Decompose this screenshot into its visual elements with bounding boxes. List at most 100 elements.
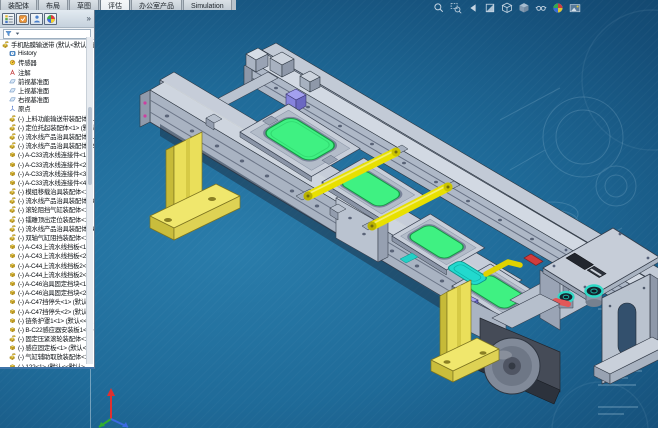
tree-row-26[interactable]: (-) A-C46治具固定挡块<2> xyxy=(0,288,94,297)
display-style-button[interactable] xyxy=(517,1,530,14)
tree-scrollbar[interactable] xyxy=(86,37,93,364)
tree-row-22[interactable]: (-) A-C43上流水线挡板<2> xyxy=(0,251,94,260)
scene-button[interactable] xyxy=(568,1,581,14)
manager-tab-3[interactable] xyxy=(44,12,57,25)
tree-row-31[interactable]: (-) 固定压紧滚轮装配体<1> xyxy=(0,334,94,343)
ribbon-tab-4[interactable]: 办公室产品 xyxy=(131,0,182,10)
tree-row-23[interactable]: (-) A-C44上流水线挡板2<1> xyxy=(0,261,94,270)
ribbon-tab-1[interactable]: 布局 xyxy=(38,0,68,10)
assembly-icon xyxy=(9,206,16,213)
tree-row-root[interactable]: 手机贴膜输送带 (默认<默认_显 xyxy=(0,40,94,49)
part-icon xyxy=(9,289,16,296)
tree-row-21[interactable]: (-) A-C43上流水线挡板<1> xyxy=(0,242,94,251)
tree-row-28[interactable]: (-) A-C47挡停头<2> (默认< xyxy=(0,306,94,316)
tree-row-6[interactable]: 原点 xyxy=(0,104,94,113)
tree-row-12[interactable]: (-) A-C33流水线连接件<2> xyxy=(0,159,94,169)
hide-items-button[interactable] xyxy=(534,1,547,14)
tree-row-24[interactable]: (-) A-C44上流水线挡板2<2> xyxy=(0,270,94,279)
zoom-area-button[interactable] xyxy=(449,1,462,14)
tree-row-2[interactable]: 注解 xyxy=(0,68,94,77)
assembly-icon xyxy=(9,225,16,232)
heads-up-view-toolbar xyxy=(432,1,581,14)
tree-row-19[interactable]: (-) 流水线产品治具装配体<4 xyxy=(0,224,94,233)
tree-row-25[interactable]: (-) A-C46治具固定挡块<1> xyxy=(0,279,94,288)
tree-filter-input[interactable] xyxy=(3,28,91,39)
tree-row-label: (-) A-C33流水线连接件<4> xyxy=(18,179,90,187)
previous-view-button[interactable] xyxy=(466,1,479,14)
manager-tab-0[interactable] xyxy=(2,12,15,25)
tree-row-5[interactable]: 右视基准面 xyxy=(0,95,94,104)
part-icon xyxy=(9,243,16,250)
appearance-icon xyxy=(552,2,564,14)
annotations-icon xyxy=(9,69,16,76)
tree-row-14[interactable]: (-) A-C33流水线连接件<4> xyxy=(0,178,94,187)
manager-tab-1[interactable] xyxy=(16,12,29,25)
tree-row-label: 前视基准面 xyxy=(18,78,49,86)
tree-row-8[interactable]: (-) 定位托起装配体<1> (默认 xyxy=(0,123,94,132)
tree-row-label: (-) A-C47挡停头<2> (默认< xyxy=(18,308,91,316)
tree-row-label: (-) 镭雕顶出定位装配体<1> xyxy=(18,216,92,224)
tree-row-27[interactable]: (-) A-C47挡停头<1> (默认< xyxy=(0,297,94,306)
appearance-button[interactable] xyxy=(551,1,564,14)
tree-row-9[interactable]: (-) 流水线产品治具装配体<1 xyxy=(0,132,94,141)
part-icon xyxy=(9,179,16,186)
tree-row-33[interactable]: (-) 气缸辅助取放装配体<1> xyxy=(0,352,94,361)
part-icon xyxy=(9,298,16,305)
tree-row-18[interactable]: (-) 镭雕顶出定位装配体<1> xyxy=(0,215,94,224)
tree-row-3[interactable]: 前视基准面 xyxy=(0,77,94,86)
tree-row-4[interactable]: 上视基准面 xyxy=(0,86,94,95)
tree-row-16[interactable]: (-) 流水线产品治具装配体<3 xyxy=(0,196,94,205)
tree-row-10[interactable]: (-) 流水线产品治具装配体<2 xyxy=(0,141,94,150)
panel-overflow-chevron[interactable]: » xyxy=(87,13,92,25)
section-view-button[interactable] xyxy=(483,1,496,14)
tree-row-15[interactable]: (-) 模组移载治具装配体<1> xyxy=(0,187,94,196)
tree-row-label: (-) A-C43上流水线挡板<2> xyxy=(18,253,90,261)
tree-row-0[interactable]: History xyxy=(0,49,94,58)
feature-manager-panel: » 手机贴膜输送带 (默认<默认_显 History 传感器 注解 前视基准面 … xyxy=(0,10,95,369)
assembly-icon xyxy=(9,353,16,360)
ribbon-tab-3[interactable]: 评估 xyxy=(100,0,130,10)
tree-row-label: (-) A-C44上流水线挡板2<2> xyxy=(18,271,94,279)
manager-tab-2[interactable] xyxy=(30,12,43,25)
tree-row-11[interactable]: (-) A-C33流水线连接件<1> xyxy=(0,150,94,159)
tree-row-label: (-) A-C46治具固定挡块<2> xyxy=(18,290,90,298)
solidworks-window: 装配体 布局 草图 评估 办公室产品 Simulation » 手机贴膜输送带 (默认<默… xyxy=(0,0,658,428)
tree-row-label: (-) A-C44上流水线挡板2<1> xyxy=(18,262,94,270)
tree-row-label: (-) 流水线产品治具装配体<1 xyxy=(18,133,94,141)
ribbon-tab-5[interactable]: Simulation xyxy=(183,0,232,10)
origin-icon xyxy=(9,105,16,112)
ribbon-tab-2[interactable]: 草图 xyxy=(69,0,99,10)
history-icon xyxy=(9,50,16,57)
tree-row-label: (-) 固定压紧滚轮装配体<1> xyxy=(18,336,92,344)
tree-row-label: History xyxy=(18,50,37,58)
tree-row-label: 原点 xyxy=(18,106,31,114)
tree-row-32[interactable]: (-) 感应固定板<1> (默认<< xyxy=(0,343,94,352)
propertymanager-icon xyxy=(18,14,28,24)
hide-items-icon xyxy=(535,2,547,14)
tree-row-29[interactable]: (-) 链条护罩1<1> (默认<<默 xyxy=(0,316,94,325)
tree-row-30[interactable]: (-) B-C22感应器安装板1<1> ( xyxy=(0,325,94,334)
tree-row-34[interactable]: (-) 122<1> (默认<<默认>_ xyxy=(0,362,94,369)
tree-row-17[interactable]: (-) 滚轮阻挡气缸装配体<1> xyxy=(0,205,94,214)
tree-row-label: (-) 上料功能输送带装配体<1> xyxy=(18,115,94,123)
view-orientation-icon xyxy=(501,2,513,14)
viewport-3d[interactable] xyxy=(0,0,658,428)
configurationmanager-icon xyxy=(32,14,42,24)
part-icon xyxy=(9,280,16,287)
tree-scrollbar-thumb[interactable] xyxy=(88,107,92,185)
ribbon-tab-0[interactable]: 装配体 xyxy=(0,0,37,10)
sensors-icon xyxy=(9,59,16,66)
tree-row-13[interactable]: (-) A-C33流水线连接件<3> xyxy=(0,169,94,178)
view-orientation-button[interactable] xyxy=(500,1,513,14)
panel-edge-line xyxy=(90,369,91,428)
zoom-area-icon xyxy=(450,2,462,14)
part-icon xyxy=(9,151,16,158)
manager-tab-strip: » xyxy=(0,10,94,28)
tree-row-label: (-) 122<1> (默认<<默认>_ xyxy=(18,363,89,369)
tree-row-20[interactable]: (-) 双轴气缸阻挡装配体<1> xyxy=(0,233,94,242)
part-icon xyxy=(9,344,16,351)
tree-row-7[interactable]: (-) 上料功能输送带装配体<1> xyxy=(0,114,94,123)
tree-row-1[interactable]: 传感器 xyxy=(0,58,94,67)
zoom-fit-button[interactable] xyxy=(432,1,445,14)
tree-row-label: 注解 xyxy=(18,69,31,77)
